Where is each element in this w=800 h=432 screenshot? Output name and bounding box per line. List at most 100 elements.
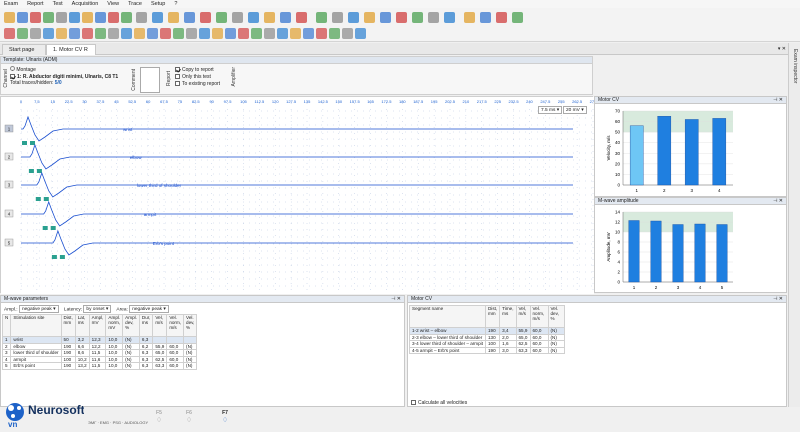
pin-icon[interactable]: ⊣ ✕ [773, 296, 783, 303]
toolbar-button[interactable] [69, 12, 80, 23]
column-header[interactable]: Vel, m/s [515, 305, 531, 328]
trace-plot[interactable]: 0 7.5 15 22.5 30 37.5 45 52.5 60 67.5 75 82.5 90 97.5… [1, 97, 597, 294]
table-row[interactable]: 4-5 armpit – Erb's point 190 3,0 63,3 60,0 (N… [409, 346, 565, 354]
column-header[interactable]: Segment name [409, 305, 486, 328]
menu-item[interactable]: Acquisition [72, 1, 99, 7]
f5-key[interactable]: F5 ♢ [148, 410, 170, 424]
toolbar-button[interactable] [380, 12, 391, 23]
only-this-test-checkbox[interactable] [175, 74, 180, 80]
toolbar-button[interactable] [238, 28, 249, 39]
column-header[interactable]: Vel. dev, % [183, 314, 198, 337]
toolbar-button[interactable] [251, 28, 262, 39]
toolbar-button[interactable] [82, 12, 93, 23]
calc-all-checkbox[interactable] [411, 400, 416, 406]
toolbar-button[interactable] [43, 28, 54, 39]
toolbar-button[interactable] [444, 12, 455, 23]
to-existing-report-checkbox[interactable] [175, 81, 180, 87]
menu-item[interactable]: Report [27, 1, 44, 7]
toolbar-button[interactable] [4, 28, 15, 39]
toolbar-button[interactable] [496, 12, 507, 23]
toolbar-button[interactable] [264, 12, 275, 23]
toolbar-button[interactable] [316, 28, 327, 39]
comment-box[interactable] [140, 67, 160, 93]
menu-item[interactable]: View [107, 1, 119, 7]
latency-select[interactable]: by onset ▾ [83, 305, 112, 313]
menu-item[interactable]: Trace [128, 1, 142, 7]
toolbar-button[interactable] [199, 28, 210, 39]
f7-key[interactable]: F7 ♢ [214, 410, 236, 424]
toolbar-button[interactable] [30, 28, 41, 39]
toolbar-button[interactable] [277, 28, 288, 39]
toolbar-button[interactable] [108, 28, 119, 39]
ampl-select[interactable]: negative peak ▾ [18, 305, 59, 313]
pin-icon[interactable]: ⊣ ✕ [391, 296, 401, 303]
toolbar-button[interactable] [82, 28, 93, 39]
exam-inspector-sidebar[interactable]: Exam inspector [788, 43, 800, 407]
toolbar-button[interactable] [121, 28, 132, 39]
toolbar-button[interactable] [147, 28, 158, 39]
toolbar-button[interactable] [4, 12, 15, 23]
toolbar-button[interactable] [69, 28, 80, 39]
column-header[interactable]: Vel. norm, m/s [166, 314, 185, 337]
toolbar-button[interactable] [134, 28, 145, 39]
pin-icon[interactable]: ⊣ ✕ [773, 97, 783, 104]
toolbar-button[interactable] [316, 12, 327, 23]
toolbar-button[interactable] [464, 12, 475, 23]
column-header[interactable]: Dist, mm [60, 314, 76, 337]
toolbar-button[interactable] [160, 28, 171, 39]
toolbar-button[interactable] [396, 12, 407, 23]
toolbar-button[interactable] [342, 28, 353, 39]
toolbar-button[interactable] [364, 12, 375, 23]
toolbar-button[interactable] [355, 28, 366, 39]
column-header[interactable]: Lat, ms [74, 314, 90, 337]
toolbar-button[interactable] [329, 28, 340, 39]
pin-icon[interactable]: ⊣ ✕ [773, 198, 783, 205]
toolbar-button[interactable] [412, 12, 423, 23]
toolbar-button[interactable] [216, 12, 227, 23]
toolbar-button[interactable] [303, 28, 314, 39]
table-row[interactable]: 5 Erb's point 190 13,2 11,5 10,0 (N) 6,3 63,3 60,… [1, 362, 198, 370]
toolbar-button[interactable] [200, 12, 211, 23]
calc-all-velocities[interactable]: Calculate all velocities [411, 400, 467, 406]
column-header[interactable]: Vel. norm, m/s [529, 305, 549, 328]
toolbar-button[interactable] [186, 28, 197, 39]
trace-area[interactable]: 0 7.5 15 22.5 30 37.5 45 52.5 60 67.5 75 82.5 90 97.5… [0, 96, 597, 294]
toolbar-button[interactable] [17, 28, 28, 39]
column-header[interactable]: Ampl. norm, mV [105, 314, 124, 337]
toolbar-button[interactable] [480, 12, 491, 23]
toolbar-button[interactable] [136, 12, 147, 23]
montage-checkbox[interactable] [10, 73, 15, 79]
toolbar-button[interactable] [184, 12, 195, 23]
tab-motor-cv[interactable]: 1. Motor CV R [46, 44, 96, 55]
toolbar-button[interactable] [290, 28, 301, 39]
column-header[interactable]: N [1, 314, 12, 337]
toolbar-button[interactable] [512, 12, 523, 23]
f6-key[interactable]: F6 ♢ [178, 410, 200, 424]
toolbar-button[interactable] [95, 28, 106, 39]
area-select[interactable]: negative peak ▾ [129, 305, 169, 313]
column-header[interactable]: Ampl. dev, % [122, 314, 140, 337]
toolbar-button[interactable] [152, 12, 163, 23]
toolbar-button[interactable] [56, 28, 67, 39]
toolbar-button[interactable] [173, 28, 184, 39]
tab-start-page[interactable]: Start page [2, 44, 46, 55]
column-header[interactable]: Dur, ms [138, 314, 154, 337]
toolbar-button[interactable] [17, 12, 28, 23]
toolbar-button[interactable] [225, 28, 236, 39]
toolbar-button[interactable] [121, 12, 132, 23]
toolbar-button[interactable] [264, 28, 275, 39]
toolbar-button[interactable] [95, 12, 106, 23]
column-header[interactable]: Time, ms [499, 305, 517, 328]
toolbar-button[interactable] [296, 12, 307, 23]
toolbar-button[interactable] [108, 12, 119, 23]
column-header[interactable]: Vel. dev, % [547, 305, 565, 328]
toolbar-button[interactable] [248, 12, 259, 23]
toolbar-button[interactable] [212, 28, 223, 39]
column-header[interactable]: Ampl, mV [88, 314, 107, 337]
timebase-select[interactable]: 7.5 ms ▾ [538, 106, 563, 114]
column-header[interactable]: Dist, mm [484, 305, 501, 328]
menu-item[interactable]: Setup [151, 1, 165, 7]
toolbar-button[interactable] [332, 12, 343, 23]
toolbar-button[interactable] [280, 12, 291, 23]
toolbar-button[interactable] [30, 12, 41, 23]
